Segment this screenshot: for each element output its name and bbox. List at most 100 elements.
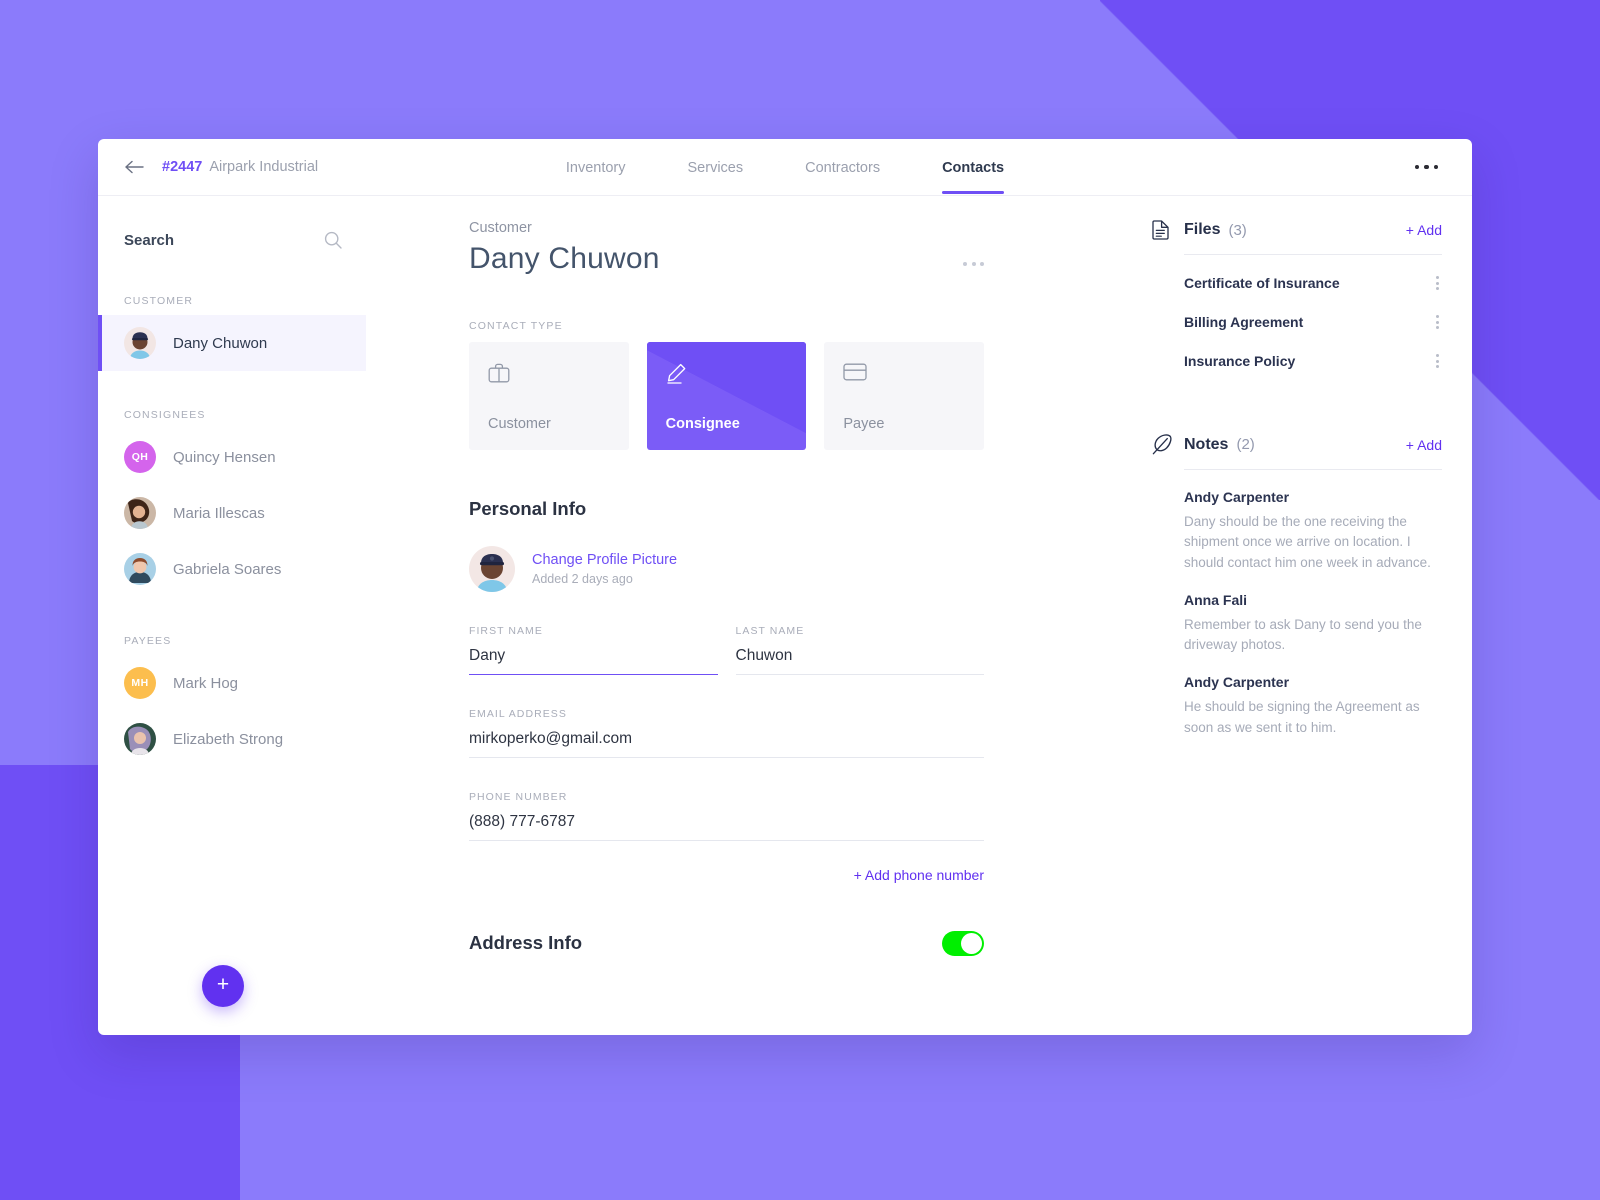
sidebar-group-label-customer: CUSTOMER — [124, 295, 194, 307]
note-body: Dany should be the one receiving the shi… — [1184, 514, 1431, 570]
main-content: Customer Dany Chuwon CONTACT TYPE Custom… — [366, 196, 1132, 1035]
last-name-input[interactable] — [735, 646, 984, 675]
sidebar-item-elizabeth-strong[interactable]: Elizabeth Strong — [98, 711, 366, 767]
photo-gabriela — [124, 553, 156, 585]
avatar — [124, 553, 156, 585]
email-input[interactable] — [469, 729, 984, 758]
last-name-field: LAST NAME — [735, 624, 984, 675]
name-field-row: FIRST NAME LAST NAME — [469, 625, 984, 675]
change-profile-picture-link[interactable]: Change Profile Picture — [532, 551, 677, 570]
notes-count: (2) — [1236, 436, 1255, 453]
search-input[interactable] — [124, 231, 294, 249]
file-overflow-menu-button[interactable] — [1433, 350, 1442, 372]
ellipsis-icon-dot — [963, 262, 967, 266]
sidebar-item-label: Gabriela Soares — [173, 560, 282, 578]
file-name: Billing Agreement — [1184, 314, 1304, 330]
ellipsis-icon-dot — [980, 262, 984, 266]
picture-added-timestamp: Added 2 days ago — [532, 572, 633, 587]
sidebar-item-label: Quincy Hensen — [173, 448, 276, 466]
photo-dany — [124, 327, 156, 359]
contact-type-payee[interactable]: Payee — [824, 341, 985, 450]
sidebar-item-label: Maria Illescas — [173, 504, 265, 522]
tab-contacts[interactable]: Contacts — [911, 141, 1035, 194]
sidebar-item-gabriela-soares[interactable]: Gabriela Soares — [98, 541, 366, 597]
photo-dany-large — [469, 545, 515, 592]
sidebar-group-label-payees: PAYEES — [124, 635, 172, 647]
profile-picture-row: Change Profile Picture Added 2 days ago — [469, 545, 984, 592]
note-author: Andy Carpenter — [1184, 489, 1290, 505]
phone-field-row: PHONE NUMBER — [469, 791, 984, 841]
top-bar: #2447 Airpark Industrial Inventory Servi… — [98, 139, 1472, 196]
email-label: EMAIL ADDRESS — [469, 707, 567, 720]
contact-type-consignee[interactable]: Consignee — [646, 341, 807, 450]
phone-field: PHONE NUMBER — [469, 791, 984, 841]
arrow-left-icon — [124, 160, 144, 174]
first-name-label: FIRST NAME — [469, 624, 543, 637]
tab-services[interactable]: Services — [657, 141, 775, 194]
first-name-field: FIRST NAME — [469, 625, 718, 675]
ellipsis-icon-dot — [1436, 359, 1439, 363]
ellipsis-icon-dot — [1436, 354, 1439, 357]
file-item-certificate-of-insurance[interactable]: Certificate of Insurance — [1184, 255, 1442, 294]
avatar — [124, 723, 156, 755]
last-name-label: LAST NAME — [735, 624, 805, 637]
breadcrumb[interactable]: #2447 Airpark Industrial — [162, 159, 318, 175]
sidebar-item-dany-chuwon[interactable]: Dany Chuwon — [98, 315, 366, 371]
search-icon[interactable] — [324, 231, 342, 249]
breadcrumb-order-name: Airpark Industrial — [209, 159, 319, 175]
notes-header: Notes (2) + Add — [1152, 434, 1442, 455]
note-body: Remember to ask Dany to send you the dri… — [1184, 616, 1422, 652]
photo-elizabeth — [124, 723, 156, 755]
contacts-sidebar: CUSTOMER Dany Chuwon CONSIGNEES QH Q — [98, 196, 366, 1035]
files-add-button[interactable]: + Add — [1406, 222, 1442, 238]
sidebar-item-quincy-hensen[interactable]: QH Quincy Hensen — [98, 429, 366, 485]
note-author: Anna Fali — [1184, 591, 1248, 608]
sidebar-group-label-consignees: CONSIGNEES — [124, 409, 206, 421]
files-title: Files — [1184, 221, 1221, 238]
note-item: Andy Carpenter Dany should be the one re… — [1184, 470, 1442, 573]
file-overflow-menu-button[interactable] — [1433, 272, 1442, 294]
ellipsis-icon-dot — [1436, 287, 1439, 290]
personal-info-heading: Personal Info — [469, 497, 587, 519]
document-icon — [1152, 220, 1184, 240]
contact-type-customer[interactable]: Customer — [469, 341, 629, 450]
notes-title: Notes — [1184, 435, 1229, 453]
back-button[interactable] — [120, 153, 148, 181]
notes-add-button[interactable]: + Add — [1406, 437, 1442, 453]
topbar-overflow-menu-button[interactable] — [1414, 164, 1438, 170]
tab-inventory[interactable]: Inventory — [535, 141, 657, 194]
credit-card-icon — [843, 363, 965, 386]
pencil-icon — [666, 363, 788, 389]
file-item-insurance-policy[interactable]: Insurance Policy — [1184, 333, 1442, 372]
ellipsis-icon-dot — [1433, 164, 1438, 170]
contact-role-eyebrow: Customer — [469, 220, 532, 236]
contact-type-label-text: Customer — [488, 415, 551, 432]
contact-overflow-menu-button[interactable] — [963, 262, 984, 266]
sidebar-item-label: Mark Hog — [173, 674, 239, 692]
note-author: Andy Carpenter — [1184, 674, 1290, 691]
sidebar-item-label: Dany Chuwon — [173, 334, 268, 352]
file-overflow-menu-button[interactable] — [1433, 311, 1442, 333]
breadcrumb-order-id: #2447 — [162, 159, 203, 175]
email-field: EMAIL ADDRESS — [469, 708, 984, 758]
phone-label: PHONE NUMBER — [469, 790, 568, 803]
address-info-toggle[interactable] — [942, 930, 984, 956]
add-phone-number-link[interactable]: + Add phone number — [854, 867, 984, 883]
file-item-billing-agreement[interactable]: Billing Agreement — [1184, 294, 1442, 333]
add-phone-row: + Add phone number — [469, 867, 984, 883]
sidebar-item-maria-illescas[interactable]: Maria Illescas — [98, 485, 366, 541]
note-item: Anna Fali Remember to ask Dany to send y… — [1184, 573, 1442, 656]
sidebar-item-mark-hog[interactable]: MH Mark Hog — [98, 655, 366, 711]
toggle-knob — [961, 932, 982, 954]
tab-contractors[interactable]: Contractors — [774, 141, 911, 194]
ellipsis-icon-dot — [1436, 315, 1439, 318]
add-contact-button[interactable]: + — [202, 965, 244, 1007]
files-header: Files (3) + Add — [1152, 220, 1442, 240]
first-name-input[interactable] — [469, 646, 718, 675]
app-window: #2447 Airpark Industrial Inventory Servi… — [98, 139, 1472, 1035]
feather-icon — [1152, 434, 1184, 455]
ellipsis-icon-dot — [1436, 365, 1439, 368]
phone-input[interactable] — [469, 812, 984, 841]
note-item: Andy Carpenter He should be signing the … — [1184, 655, 1442, 738]
ellipsis-icon-dot — [1436, 320, 1439, 324]
